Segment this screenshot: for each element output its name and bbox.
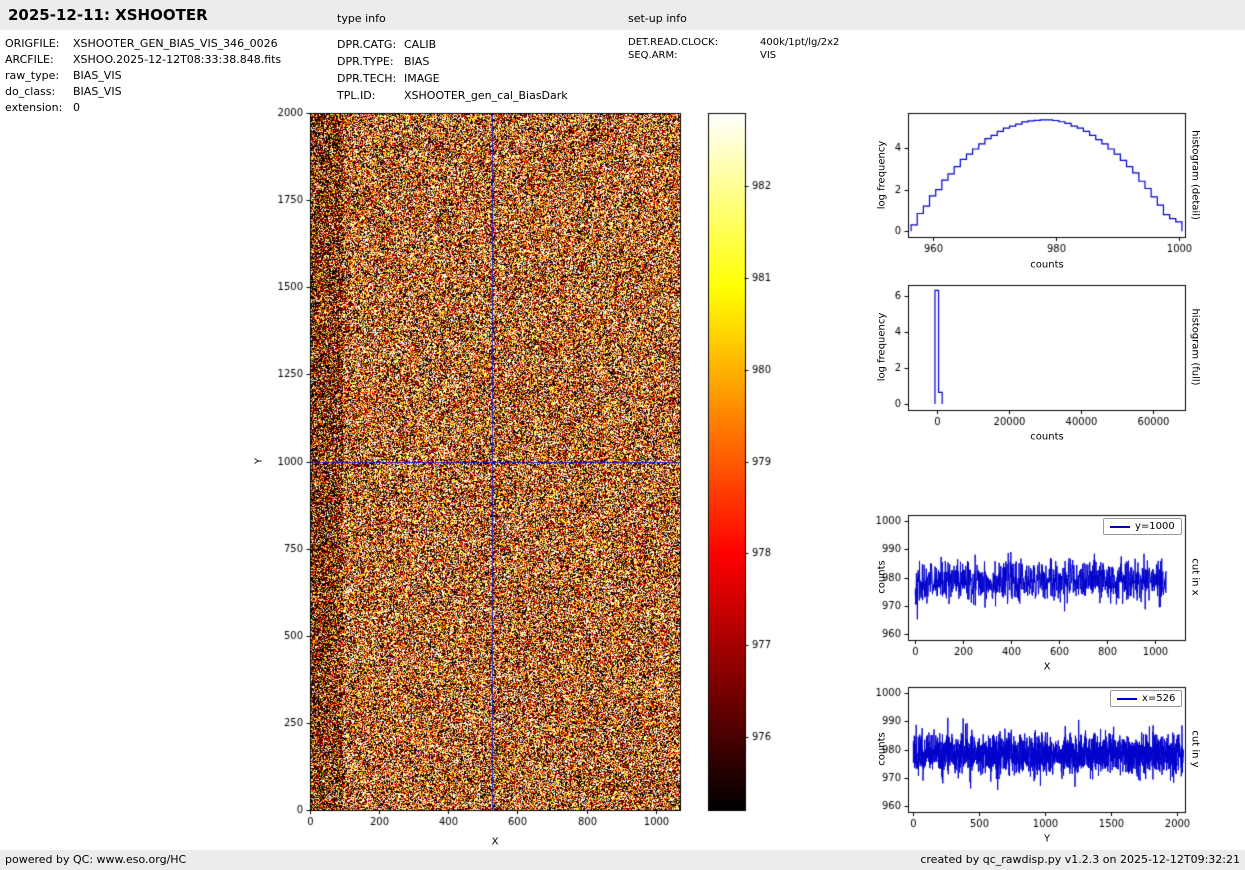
main-xaxis-label: X	[491, 836, 499, 848]
cut-y-yaxis-label: counts	[876, 732, 888, 766]
qc-report-page: 2025-12-11: XSHOOTER type info set-up in…	[0, 0, 1245, 870]
hist-detail-xaxis-label: counts	[1030, 259, 1064, 271]
meta-row: DET.READ.CLOCK: 400k/1pt/lg/2x2	[628, 36, 839, 49]
hist-detail-side-label: histogram (detail)	[1189, 130, 1201, 220]
origfile-value: XSHOOTER_GEN_BIAS_VIS_346_0026	[73, 37, 278, 50]
setup-info-block: DET.READ.CLOCK: 400k/1pt/lg/2x2 SEQ.ARM:…	[628, 36, 839, 62]
cut-x-legend: y=1000	[1103, 518, 1182, 535]
cut-y-legend-label: x=526	[1142, 693, 1176, 704]
file-info-block: ORIGFILE: XSHOOTER_GEN_BIAS_VIS_346_0026…	[5, 36, 281, 116]
main-yaxis-label: Y	[253, 457, 265, 465]
tpl-id-label: TPL.ID:	[337, 89, 376, 102]
arcfile-label: ARCFILE:	[5, 53, 54, 66]
header-bar: 2025-12-11: XSHOOTER type info set-up in…	[0, 0, 1245, 30]
hist-full-xaxis-label: counts	[1030, 431, 1064, 443]
footer-right-text: created by qc_rawdisp.py v1.2.3 on 2025-…	[920, 853, 1240, 866]
hist-detail-yaxis-label: log frequency	[876, 140, 888, 210]
seq-arm-label: SEQ.ARM:	[628, 50, 678, 61]
origfile-label: ORIGFILE:	[5, 37, 60, 50]
arcfile-value: XSHOO.2025-12-12T08:33:38.848.fits	[73, 53, 282, 66]
seq-arm-value: VIS	[760, 50, 777, 61]
cut-x-xaxis-label: X	[1043, 661, 1051, 673]
det-read-clock-label: DET.READ.CLOCK:	[628, 37, 719, 48]
dpr-type-value: BIAS	[404, 55, 430, 68]
raw-type-value: BIAS_VIS	[73, 69, 122, 82]
meta-row: ARCFILE: XSHOO.2025-12-12T08:33:38.848.f…	[5, 52, 281, 68]
footer-bar: powered by QC: www.eso.org/HC created by…	[0, 850, 1245, 870]
meta-row: TPL.ID: XSHOOTER_gen_cal_BiasDark	[337, 87, 568, 104]
cut-y-side-label: cut in y	[1189, 730, 1201, 768]
meta-row: SEQ.ARM: VIS	[628, 49, 839, 62]
legend-line-icon	[1117, 697, 1137, 700]
dpr-type-label: DPR.TYPE:	[337, 55, 394, 68]
meta-row: raw_type: BIAS_VIS	[5, 68, 281, 84]
det-read-clock-value: 400k/1pt/lg/2x2	[760, 37, 840, 48]
cut-y-xaxis-label: Y	[1043, 833, 1051, 845]
tpl-id-value: XSHOOTER_gen_cal_BiasDark	[404, 89, 568, 102]
dpr-tech-label: DPR.TECH:	[337, 72, 397, 85]
meta-row: ORIGFILE: XSHOOTER_GEN_BIAS_VIS_346_0026	[5, 36, 281, 52]
meta-row: DPR.CATG: CALIB	[337, 36, 568, 53]
extension-label: extension:	[5, 101, 63, 114]
hist-full-yaxis-label: log frequency	[876, 312, 888, 382]
hist-full-side-label: histogram (full)	[1189, 308, 1201, 386]
do-class-label: do_class:	[5, 85, 56, 98]
cut-y-legend: x=526	[1110, 690, 1183, 707]
cut-x-legend-label: y=1000	[1135, 521, 1175, 532]
legend-line-icon	[1110, 525, 1130, 528]
dpr-catg-label: DPR.CATG:	[337, 38, 397, 51]
meta-row: do_class: BIAS_VIS	[5, 84, 281, 100]
page-title: 2025-12-11: XSHOOTER	[8, 6, 208, 24]
dpr-tech-value: IMAGE	[404, 72, 440, 85]
cut-x-side-label: cut in x	[1189, 558, 1201, 596]
do-class-value: BIAS_VIS	[73, 85, 122, 98]
setup-info-heading: set-up info	[628, 12, 687, 25]
extension-value: 0	[73, 101, 80, 114]
meta-row: DPR.TECH: IMAGE	[337, 70, 568, 87]
cut-x-yaxis-label: counts	[876, 560, 888, 594]
type-info-block: DPR.CATG: CALIB DPR.TYPE: BIAS DPR.TECH:…	[337, 36, 568, 104]
dpr-catg-value: CALIB	[404, 38, 437, 51]
raw-type-label: raw_type:	[5, 69, 60, 82]
type-info-heading: type info	[337, 12, 386, 25]
meta-row: DPR.TYPE: BIAS	[337, 53, 568, 70]
footer-left-text: powered by QC: www.eso.org/HC	[5, 853, 187, 866]
meta-row: extension: 0	[5, 100, 281, 116]
